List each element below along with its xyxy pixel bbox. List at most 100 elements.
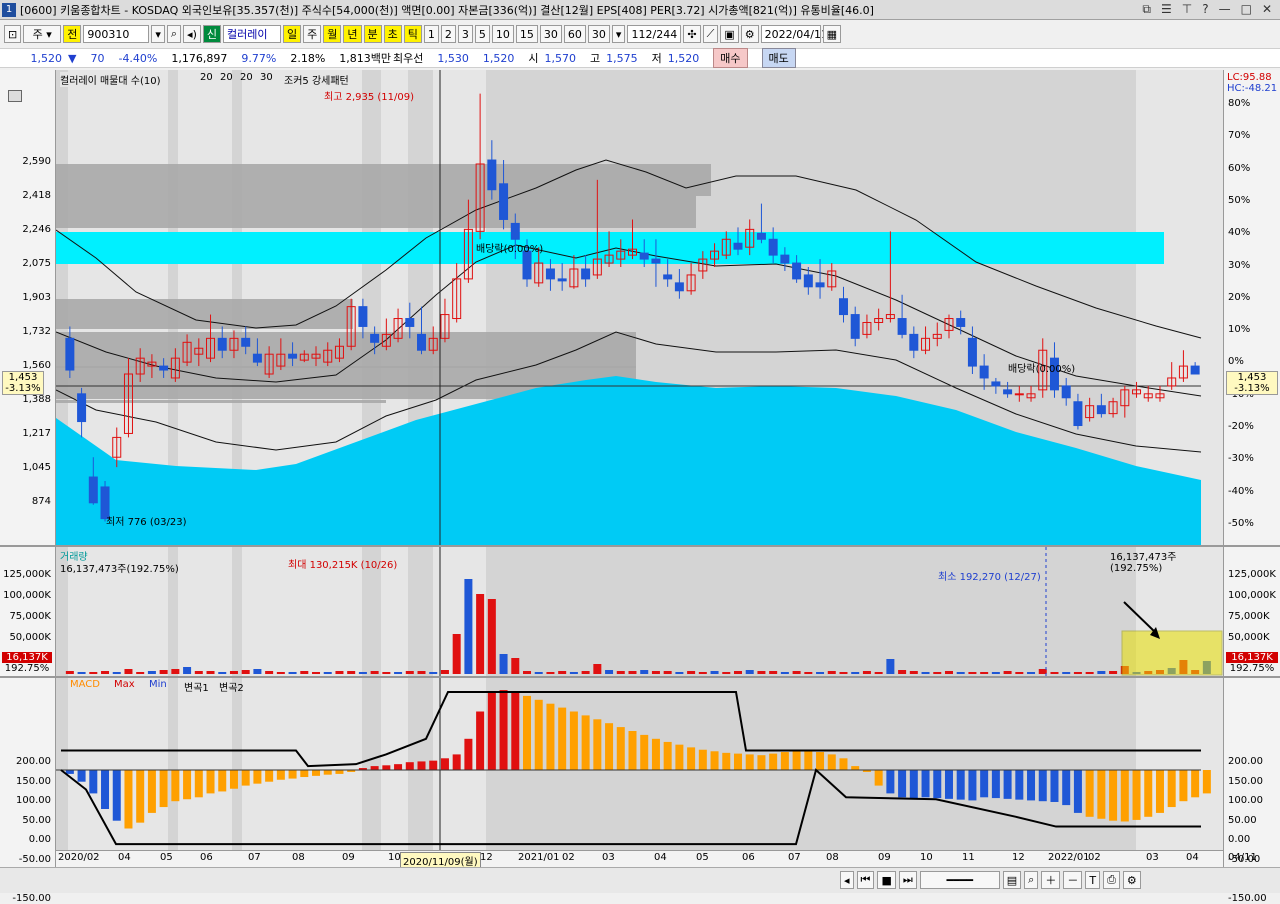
macd-bar (487, 692, 496, 770)
minimize-icon[interactable]: — (1219, 2, 1231, 17)
macd-bar (1167, 770, 1176, 808)
last-icon[interactable]: ⏭ (898, 871, 917, 889)
volume-bar (687, 671, 696, 674)
period-second[interactable]: 초 (383, 25, 402, 43)
zoom-in-icon[interactable]: ＋ (1041, 871, 1061, 889)
menu-icon[interactable]: ☰ (1161, 2, 1172, 17)
candle-body (956, 318, 966, 327)
candle-body (405, 318, 415, 327)
interval-2[interactable]: 2 (440, 25, 456, 43)
help-icon[interactable]: ? (1202, 2, 1208, 17)
candle-body (217, 337, 227, 351)
period-week[interactable]: 주 (303, 25, 322, 43)
candle-body (897, 318, 907, 335)
macd-tick-label-right: 0.00 (1228, 834, 1251, 845)
macd-bar (370, 766, 379, 770)
macd-bar (288, 770, 297, 779)
macd-bar (511, 692, 520, 770)
macd-tick-label-right: 150.00 (1228, 775, 1263, 787)
macd-bar (733, 753, 742, 770)
crosshair-icon[interactable]: ✣ (683, 25, 701, 43)
settings-icon[interactable]: ⚙ (1122, 871, 1141, 889)
volume-bar (288, 672, 297, 674)
candle-body (510, 222, 520, 240)
cur-left-label: 1,453 -3.13% (2, 371, 44, 395)
macd-bar (1109, 770, 1118, 821)
macd-bar (909, 770, 918, 799)
jeon-button[interactable]: 전 (63, 25, 82, 43)
interval-custom[interactable]: 30 (587, 25, 610, 43)
y-tick-label: 2,075 (22, 258, 51, 270)
calendar-icon[interactable]: ▦ (822, 25, 842, 43)
interval-30[interactable]: 30 (539, 25, 562, 43)
restore-icon[interactable]: ⧉ (1142, 2, 1151, 17)
sell-button[interactable]: 매도 (761, 48, 796, 68)
volume-bar (651, 671, 660, 674)
layout-icon[interactable]: ▤ (1002, 871, 1022, 889)
print-icon[interactable]: ⎙ (1103, 871, 1120, 889)
macd-pane[interactable]: MACD Max Min 변곡1 변곡2 (56, 678, 1223, 850)
candle-body (159, 365, 169, 371)
price-pane[interactable]: 컬러레이 매물대 수(10) 20 20 20 30 조커5 강세패턴 최고 2,935 (… (56, 70, 1223, 545)
search-icon[interactable]: ⌕ (166, 25, 182, 43)
macd-bar (1073, 770, 1082, 813)
code-dropdown-icon[interactable]: ▾ (151, 25, 165, 43)
gear-icon[interactable]: ⚙ (740, 25, 759, 43)
market-select[interactable]: 주 ▾ (23, 25, 62, 43)
chart-type-icon[interactable]: ⊡ (4, 25, 22, 43)
macd-bar (1155, 770, 1164, 813)
candle-body (417, 333, 427, 351)
candle-body (663, 274, 673, 280)
calculator-icon[interactable] (8, 90, 22, 102)
candle-body (967, 337, 977, 367)
interval-dropdown-icon[interactable]: ▾ (611, 25, 626, 43)
buy-button[interactable]: 매수 (713, 48, 748, 68)
macd-bar (300, 770, 309, 778)
y-tick-label: 2,246 (22, 224, 51, 236)
interval-1[interactable]: 1 (423, 25, 439, 43)
save-icon[interactable]: ▣ (720, 25, 739, 43)
zoom-out-icon[interactable]: － (1063, 871, 1083, 889)
date-input[interactable]: 2022/04/11 (760, 25, 828, 43)
stop-icon[interactable]: ■ (877, 871, 896, 889)
macd-bar (464, 738, 473, 770)
interval-3[interactable]: 3 (457, 25, 473, 43)
interval-15[interactable]: 15 (515, 25, 538, 43)
volume-bar (628, 671, 637, 674)
period-year[interactable]: 년 (343, 25, 362, 43)
pin-icon[interactable]: ⊤ (1182, 2, 1192, 17)
draw-icon[interactable]: ⟋ (702, 25, 719, 43)
macd-bar (452, 754, 461, 770)
macd-bar (229, 770, 238, 789)
volume-bar (452, 634, 461, 674)
volume-bar (733, 671, 742, 674)
search-small-icon[interactable]: ⌕ (1024, 871, 1039, 889)
period-minute[interactable]: 분 (363, 25, 382, 43)
volume-bar (65, 671, 74, 674)
stock-name: 컬러레이 (223, 25, 281, 43)
scroll-left-icon[interactable]: ◂ (840, 871, 854, 889)
pct-tick-label: -30% (1228, 453, 1254, 465)
interval-10[interactable]: 10 (491, 25, 514, 43)
interval-5[interactable]: 5 (474, 25, 490, 43)
period-day[interactable]: 일 (283, 25, 302, 43)
sound-icon[interactable]: ◂) (183, 25, 201, 43)
maximize-icon[interactable]: □ (1241, 2, 1252, 17)
volume-tick-label-right: 75,000K (1228, 611, 1270, 622)
interval-60[interactable]: 60 (563, 25, 586, 43)
bar-count[interactable]: 112/244 (627, 25, 682, 43)
x-tick-label: 12 (480, 852, 493, 863)
quote-bar: 1,520 ▼ 70 -4.40% 1,176,897 9.77% 2.18% … (0, 48, 1280, 68)
macd-bar (1085, 770, 1094, 817)
volume-bar (265, 671, 274, 674)
period-month[interactable]: 월 (323, 25, 342, 43)
macd-bar (745, 754, 754, 770)
period-tick[interactable]: 틱 (403, 25, 422, 43)
volume-pane[interactable]: 거래량 16,137,473주(192.75%) 16,137,473주(192.7… (56, 547, 1223, 676)
first-icon[interactable]: ⏮ (856, 871, 875, 889)
code-input[interactable]: 900310 (83, 25, 150, 43)
zoom-slider[interactable]: ━━━━ (919, 871, 1000, 889)
close-icon[interactable]: ✕ (1262, 2, 1272, 17)
volume-bar (335, 671, 344, 674)
text-icon[interactable]: T (1085, 871, 1101, 889)
